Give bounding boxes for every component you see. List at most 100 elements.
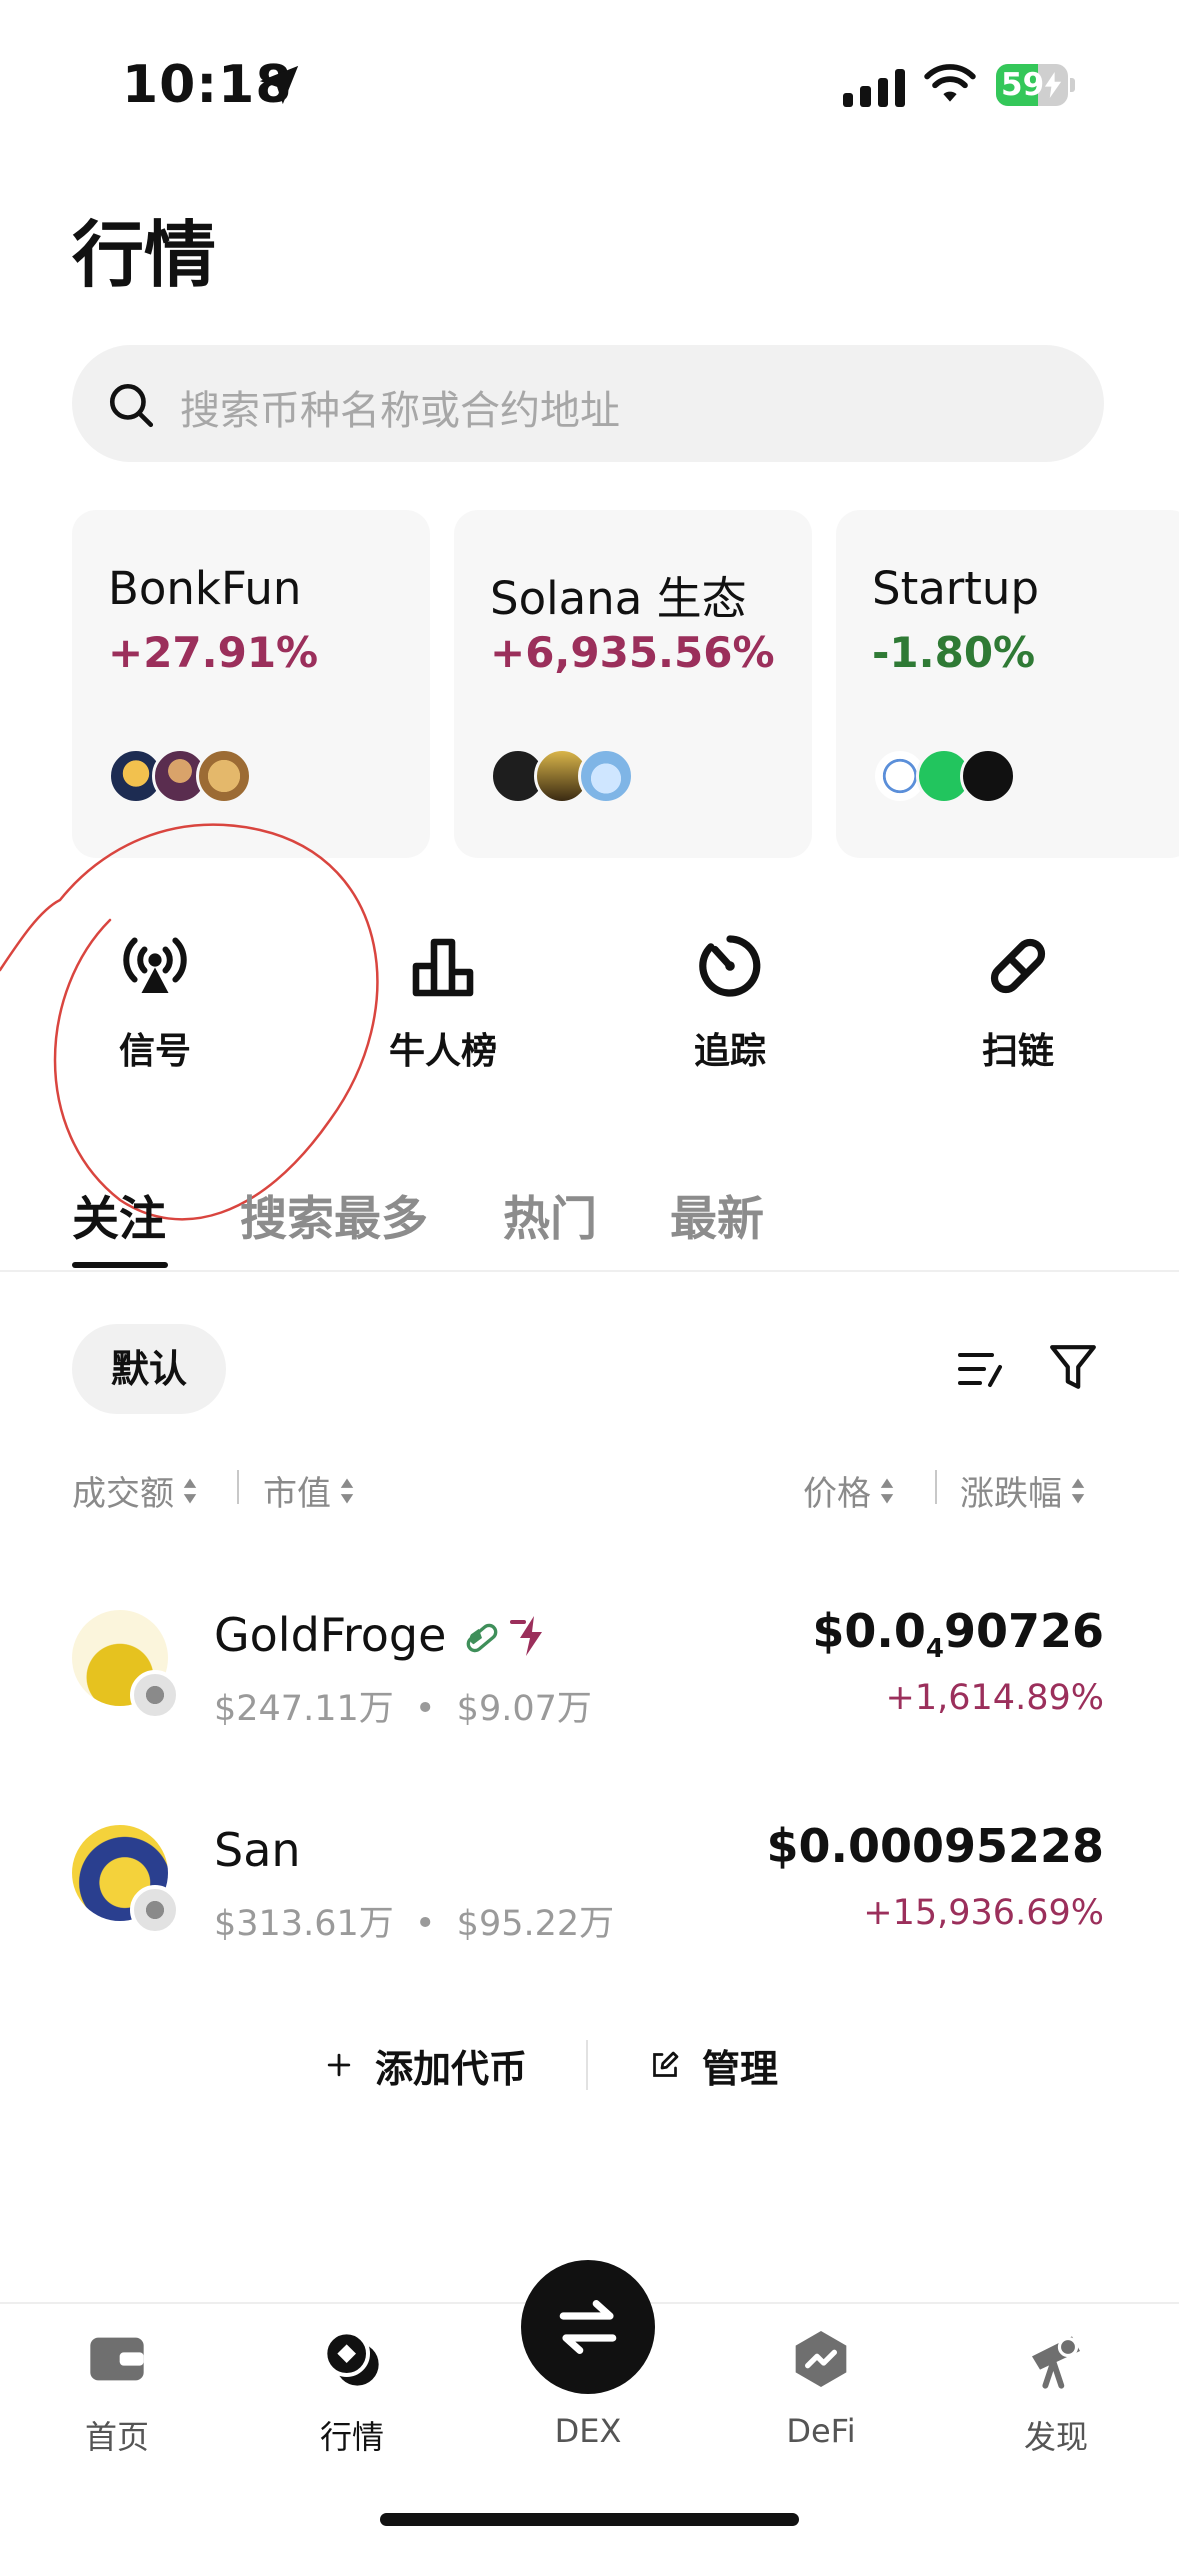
quick-action-scan-chain[interactable]: 扫链 (948, 930, 1088, 1080)
stat-separator: • (414, 1689, 436, 1729)
quick-action-label: 牛人榜 (388, 1031, 497, 1072)
manage-label: 管理 (702, 2046, 779, 2091)
manage-button[interactable]: 管理 (650, 2040, 779, 2091)
tab-following[interactable]: 关注 (72, 1180, 166, 1249)
sector-change: -1.80% (872, 628, 1036, 677)
nav-market[interactable]: 行情 (272, 2315, 432, 2456)
token-stats: $313.61万 • $95.22万 (214, 1895, 614, 1946)
wallet-icon (90, 2337, 144, 2381)
page-title: 行情 (72, 213, 217, 297)
token-change: +15,936.69% (863, 1893, 1104, 1933)
nav-discover[interactable]: 发现 (976, 2315, 1136, 2456)
nav-label: DeFi (786, 2412, 856, 2450)
sector-change: +6,935.56% (490, 628, 775, 677)
price-digits: 90726 (943, 1604, 1104, 1658)
pill-icon (466, 1623, 498, 1653)
column-separator (237, 1470, 239, 1504)
sector-name: BonkFun (108, 562, 302, 615)
token-avatar (578, 748, 634, 804)
nav-label-dex: DEX (554, 2412, 622, 2450)
tab-hot[interactable]: 热门 (503, 1180, 597, 1249)
action-separator (586, 2040, 588, 2090)
sort-arrows-icon (1071, 1478, 1085, 1503)
quick-action-signal[interactable]: 信号 (85, 930, 225, 1080)
solana-chain-badge-icon (130, 1885, 180, 1935)
token-name: GoldFroge (214, 1608, 447, 1662)
signal-broadcast-icon (123, 937, 187, 993)
nav-label: 发现 (1023, 2418, 1088, 2456)
add-token-label: 添加代币 (375, 2046, 528, 2091)
telescope-icon (1032, 2336, 1080, 2389)
sector-change: +27.91% (108, 628, 319, 677)
nav-home[interactable]: 首页 (37, 2315, 197, 2456)
token-avatar (196, 748, 252, 804)
sort-list-icon[interactable] (955, 1345, 1005, 1393)
sector-card-bonkfun[interactable]: BonkFun +27.91% (72, 510, 430, 858)
nav-label: 首页 (84, 2418, 149, 2456)
price-prefix: $0.0 (812, 1604, 926, 1658)
token-change: +1,614.89% (885, 1678, 1104, 1718)
plus-icon (327, 2053, 351, 2077)
sort-arrows-icon (880, 1478, 894, 1503)
sector-name: Solana 生态 (490, 572, 747, 625)
cellular-signal-icon (843, 67, 905, 107)
quick-action-tracking[interactable]: 追踪 (660, 930, 800, 1080)
filter-icon[interactable] (1048, 1340, 1098, 1396)
token-avatar (960, 748, 1016, 804)
edit-icon (653, 2051, 679, 2077)
sector-card-startup[interactable]: Startup -1.80% (836, 510, 1179, 858)
sort-arrows-icon (340, 1478, 354, 1503)
sort-change[interactable]: 涨跌幅 (960, 1466, 1086, 1515)
stat-separator: • (414, 1904, 436, 1944)
token-row-san[interactable]: San $313.61万 • $95.22万 $0.00095228 +15,9… (0, 1785, 1179, 1965)
sort-market-cap[interactable]: 市值 (263, 1466, 355, 1515)
price-zero-count: 4 (925, 1634, 944, 1665)
token-volume: $313.61万 (214, 1904, 394, 1944)
token-volume: $247.11万 (214, 1689, 394, 1729)
quick-action-label: 信号 (118, 1031, 191, 1072)
tab-most-searched[interactable]: 搜索最多 (240, 1180, 428, 1249)
token-price: $0.0490726 (812, 1604, 1104, 1664)
charging-bolt-icon (1044, 72, 1062, 98)
battery-indicator: 59 (996, 64, 1076, 106)
quick-action-label: 扫链 (981, 1031, 1054, 1072)
location-arrow-icon (259, 65, 299, 105)
token-market-cap: $95.22万 (456, 1904, 615, 1944)
token-stats: $247.11万 • $9.07万 (214, 1680, 592, 1731)
sort-arrows-icon (183, 1478, 197, 1503)
column-label: 价格 (803, 1474, 871, 1514)
dex-button[interactable] (521, 2260, 655, 2394)
token-name: San (214, 1823, 301, 1877)
column-label: 涨跌幅 (960, 1474, 1062, 1514)
market-icon (323, 2330, 379, 2386)
quick-action-leaderboard[interactable]: 牛人榜 (373, 930, 513, 1080)
swap-arrows-icon (559, 2300, 617, 2354)
tabs-divider (0, 1270, 1179, 1272)
sort-volume[interactable]: 成交额 (72, 1466, 198, 1515)
token-row-goldfroge[interactable]: GoldFroge $247.11万 • $9.07万 $0.0490726 +… (0, 1570, 1179, 1750)
nav-defi[interactable]: DeFi (741, 2315, 901, 2455)
search-placeholder: 搜索币种名称或合约地址 (180, 388, 620, 434)
tab-newest[interactable]: 最新 (670, 1180, 764, 1249)
column-separator (935, 1470, 937, 1504)
add-token-button[interactable]: 添加代币 (325, 2040, 528, 2091)
column-label: 成交额 (72, 1474, 174, 1514)
tracking-icon (699, 935, 761, 997)
home-indicator (380, 2513, 799, 2526)
leaderboard-icon (412, 938, 474, 997)
sector-card-solana[interactable]: Solana 生态 +6,935.56% (454, 510, 812, 858)
sort-default-chip[interactable]: 默认 (72, 1324, 226, 1414)
solana-chain-badge-icon (130, 1670, 180, 1720)
search-icon (109, 383, 154, 428)
nav-label: 行情 (319, 2418, 384, 2456)
sector-name: Startup (872, 562, 1040, 615)
chain-link-icon (990, 938, 1046, 994)
column-label: 市值 (263, 1474, 331, 1514)
battery-percent: 59 (1001, 67, 1045, 103)
lightning-icon (510, 1616, 542, 1656)
defi-icon (795, 2331, 847, 2387)
token-market-cap: $9.07万 (456, 1689, 592, 1729)
sort-price[interactable]: 价格 (803, 1466, 895, 1515)
active-tab-indicator (72, 1262, 168, 1268)
quick-action-label: 追踪 (693, 1031, 766, 1072)
